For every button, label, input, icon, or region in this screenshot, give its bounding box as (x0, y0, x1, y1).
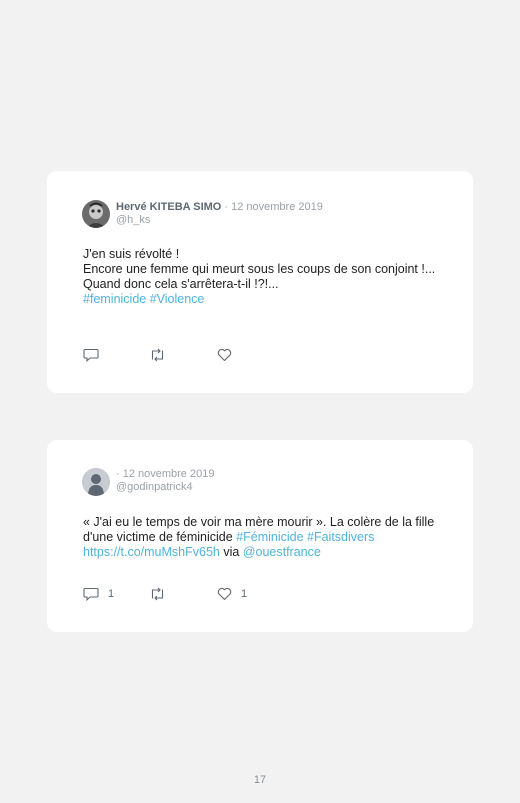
author-handle[interactable]: @godinpatrick4 (116, 481, 214, 494)
reply-count: 1 (108, 588, 115, 600)
avatar[interactable] (82, 200, 110, 228)
hashtag-links[interactable]: #feminicide #Violence (83, 292, 443, 307)
retweet-button[interactable] (149, 587, 175, 601)
tweet-line: J'en suis révolté ! (83, 247, 180, 261)
tweet-text: J'en suis révolté ! Encore une femme qui… (83, 247, 443, 307)
tweet-actions (83, 348, 283, 364)
author-handle[interactable]: @h_ks (116, 214, 323, 227)
like-count: 1 (241, 588, 248, 600)
heart-icon (217, 587, 232, 601)
like-button[interactable]: 1 (217, 587, 247, 601)
tweet-actions: 1 1 (83, 587, 283, 603)
reply-button[interactable] (83, 348, 108, 362)
like-button[interactable] (217, 348, 241, 362)
retweet-icon (149, 587, 166, 601)
tweet-card: Hervé KITEBA SIMO · 12 novembre 2019 @h_… (47, 171, 473, 393)
retweet-icon (149, 348, 166, 362)
via-text: via (219, 545, 243, 559)
tweet-date[interactable]: · 12 novembre 2019 (116, 468, 214, 480)
tweet-line: Encore une femme qui meurt sous les coup… (83, 262, 436, 276)
author-name[interactable]: Hervé KITEBA SIMO (116, 201, 221, 213)
tweet-url[interactable]: https://t.co/muMshFv65h (83, 545, 220, 559)
tweet-meta: Hervé KITEBA SIMO · 12 novembre 2019 @h_… (116, 201, 323, 227)
page-number: 17 (253, 774, 267, 786)
tweet-meta: · 12 novembre 2019 @godinpatrick4 (116, 468, 214, 494)
tweet-card: · 12 novembre 2019 @godinpatrick4 « J'ai… (47, 440, 473, 632)
tweet-text: « J'ai eu le temps de voir ma mère mouri… (83, 515, 443, 560)
reply-icon (83, 587, 99, 601)
avatar[interactable] (82, 468, 110, 496)
mention-link[interactable]: @ouestfrance (243, 545, 321, 559)
retweet-button[interactable] (149, 348, 175, 362)
reply-icon (83, 348, 99, 362)
tweet-date[interactable]: · 12 novembre 2019 (224, 201, 322, 213)
heart-icon (217, 348, 232, 362)
reply-button[interactable]: 1 (83, 587, 114, 601)
tweet-line: Quand donc cela s'arrêtera-t-il !?!... (83, 277, 279, 291)
hashtag-links[interactable]: #Féminicide #Faitsdivers (236, 530, 374, 544)
